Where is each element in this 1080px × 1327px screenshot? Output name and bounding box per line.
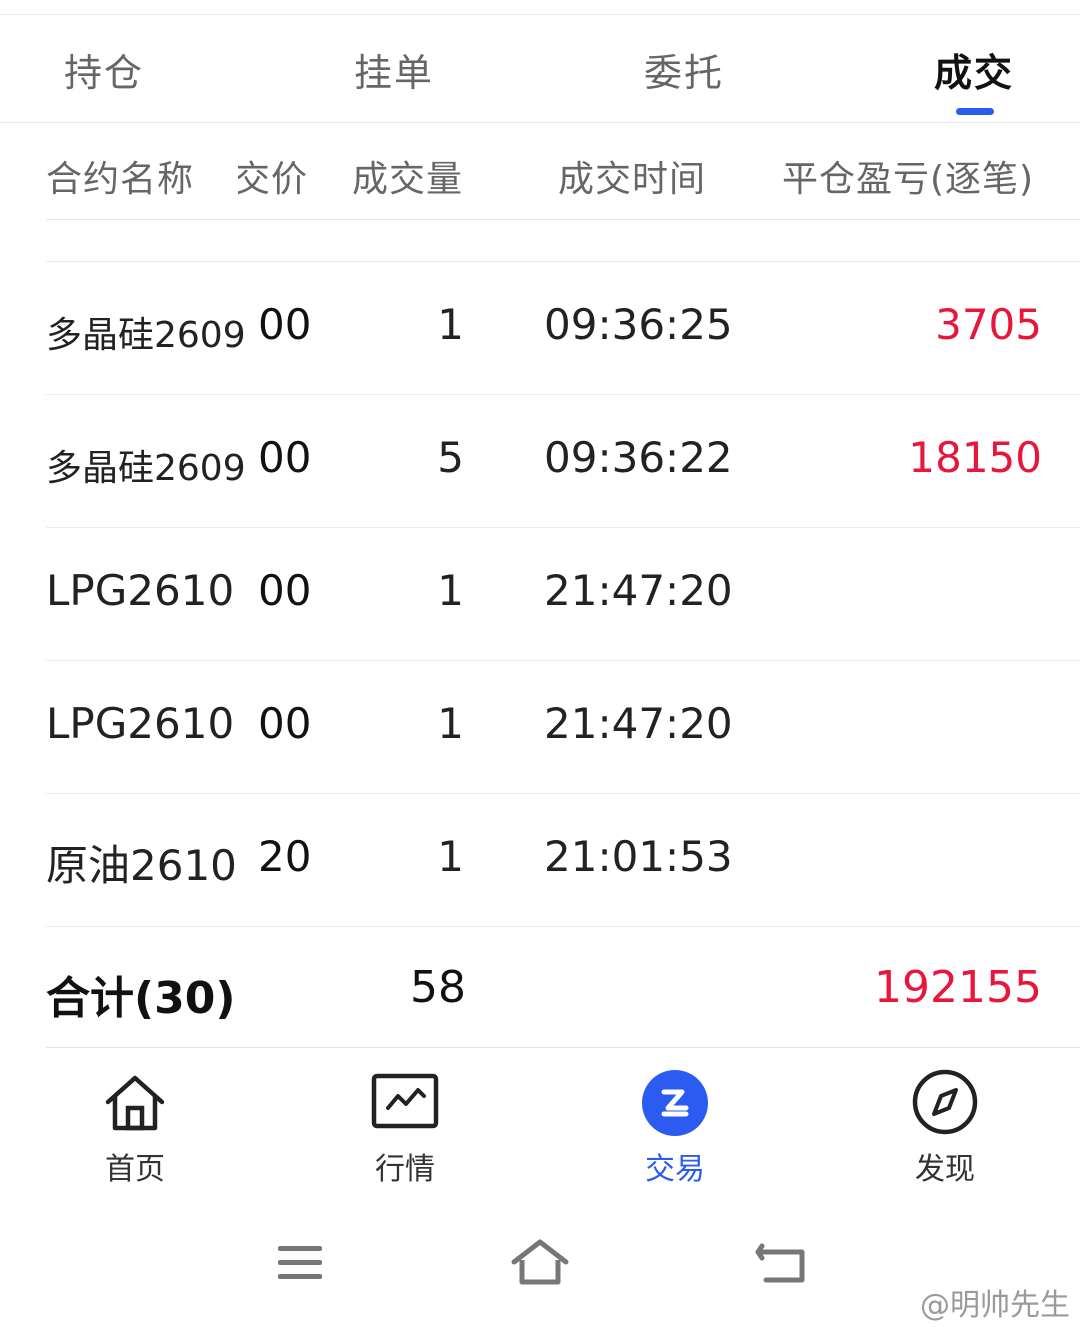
- nav-discover-label: 发现: [915, 1152, 975, 1187]
- trade-time: 09:36:22: [544, 433, 733, 482]
- watermark: @明帅先生: [920, 1288, 1070, 1323]
- trade-icon: [642, 1070, 708, 1136]
- chart-icon: [371, 1073, 439, 1129]
- nav-market[interactable]: 行情: [335, 1068, 475, 1188]
- column-header-price-label: 交价: [238, 159, 308, 200]
- nav-home-label: 首页: [105, 1152, 165, 1187]
- column-header-price[interactable]: 交价: [238, 150, 308, 202]
- trade-qty: 1: [437, 832, 464, 881]
- nav-home[interactable]: 首页: [65, 1068, 205, 1188]
- nav-discover[interactable]: 发现: [875, 1068, 1015, 1188]
- trade-time: 21:47:20: [544, 566, 733, 615]
- trade-time: 21:01:53: [544, 832, 733, 881]
- tab-orders[interactable]: 委托: [644, 42, 724, 97]
- table-row[interactable]: 多晶硅2609 00 5 09:36:22 18150: [0, 395, 1080, 528]
- total-row: 合计(30) 58 192155: [0, 928, 1080, 1048]
- nav-market-label: 行情: [375, 1152, 435, 1187]
- table-row[interactable]: LPG2610 00 1 21:47:20: [0, 661, 1080, 794]
- header-divider: [46, 219, 1080, 220]
- home-outline-icon[interactable]: [510, 1232, 570, 1292]
- tab-bar: 持仓 挂单 委托 成交: [0, 30, 1080, 122]
- back-icon[interactable]: [752, 1232, 812, 1292]
- close-pnl: 3705: [935, 300, 1042, 349]
- trade-time: 21:47:20: [544, 699, 733, 748]
- trade-qty: 1: [437, 566, 464, 615]
- tab-positions[interactable]: 持仓: [64, 42, 144, 97]
- row-divider: [46, 926, 1080, 927]
- menu-icon[interactable]: [270, 1232, 330, 1292]
- contract-name: 多晶硅2609: [46, 315, 246, 356]
- table-row[interactable]: LPG2610 00 1 21:47:20: [0, 528, 1080, 661]
- contract-name: 原油2610: [46, 841, 237, 890]
- nav-trade-label: 交易: [645, 1152, 705, 1187]
- trade-price: 00: [258, 566, 312, 615]
- total-qty: 58: [410, 962, 466, 1013]
- trade-time: 09:36:25: [544, 300, 733, 349]
- trade-price: 00: [258, 699, 312, 748]
- contract-name: LPG2610: [46, 566, 235, 615]
- home-icon: [105, 1075, 165, 1131]
- trade-price: 00: [258, 300, 312, 349]
- tabs-divider: [0, 122, 1080, 123]
- column-header-name[interactable]: 合约名称: [46, 150, 194, 202]
- compass-icon: [912, 1069, 978, 1135]
- contract-name: LPG2610: [46, 699, 235, 748]
- total-label: 合计(30): [46, 973, 236, 1024]
- total-pnl: 192155: [874, 962, 1042, 1013]
- column-header-qty[interactable]: 成交量: [352, 150, 463, 202]
- trade-price: 00: [258, 433, 312, 482]
- contract-name: 多晶硅2609: [46, 448, 246, 489]
- trade-qty: 1: [437, 699, 464, 748]
- top-divider: [0, 14, 1080, 15]
- active-tab-indicator: [956, 108, 994, 115]
- close-pnl: 18150: [908, 433, 1042, 482]
- tab-pending-orders[interactable]: 挂单: [354, 42, 434, 97]
- trade-qty: 1: [437, 300, 464, 349]
- tab-trades[interactable]: 成交: [934, 42, 1014, 97]
- trade-qty: 5: [437, 433, 464, 482]
- table-row[interactable]: 原油2610 20 1 21:01:53: [0, 794, 1080, 927]
- trade-price: 20: [258, 832, 312, 881]
- nav-divider: [46, 1047, 1080, 1048]
- table-row[interactable]: 多晶硅2609 00 1 09:36:25 3705: [0, 262, 1080, 395]
- column-header-pnl[interactable]: 平仓盈亏(逐笔): [782, 150, 1034, 202]
- column-header-time[interactable]: 成交时间: [558, 150, 706, 202]
- nav-trade[interactable]: 交易: [605, 1068, 745, 1188]
